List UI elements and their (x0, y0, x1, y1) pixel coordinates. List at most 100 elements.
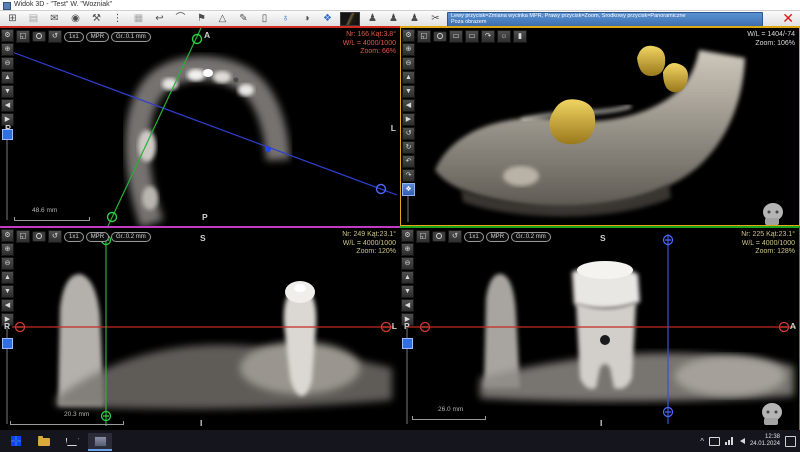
pan-down-icon[interactable]: ▼ (402, 85, 415, 98)
zoom-out-icon[interactable]: ⊖ (401, 257, 414, 270)
folder-icon (38, 438, 50, 446)
zoom-out-icon[interactable]: ⊖ (1, 257, 14, 270)
pan-down-icon[interactable]: ▼ (1, 85, 14, 98)
taskbar-explorer[interactable] (32, 433, 56, 449)
tray-chevron-icon[interactable]: ^ (700, 437, 704, 446)
expand-icon[interactable]: ◱ (16, 30, 30, 43)
curve-icon[interactable]: ↷ (481, 30, 495, 43)
reset-icon[interactable]: ↺ (48, 30, 62, 43)
layout-1x1-button[interactable]: 1x1 (64, 232, 84, 242)
pan-up-icon[interactable]: ▲ (401, 271, 414, 284)
comment-icon[interactable]: ✉ (46, 12, 63, 26)
layout-icon[interactable]: ⊞ (4, 12, 21, 26)
mpr-button[interactable]: MPR (86, 32, 109, 42)
panorama-icon[interactable]: ⌒ (172, 12, 189, 26)
cross-a-slider-handle[interactable] (2, 338, 13, 349)
cube-3d-icon[interactable]: ❖ (319, 12, 336, 26)
pan-left-icon[interactable]: ◀ (1, 99, 14, 112)
layout-1x1-button[interactable]: 1x1 (464, 232, 484, 242)
camera-icon[interactable] (32, 231, 46, 242)
taskbar-imaging-app[interactable] (88, 433, 112, 451)
scissors-icon[interactable]: ✂ (427, 12, 444, 26)
pan-up-icon[interactable]: ▲ (1, 71, 14, 84)
taskbar-clock[interactable]: 12:38 24.01.2024 (750, 434, 780, 448)
network-icon[interactable] (725, 437, 735, 445)
axial-slider-handle[interactable] (2, 129, 13, 140)
thermometer-icon[interactable]: ▮ (513, 30, 527, 43)
layout-1x1-button[interactable]: 1x1 (64, 32, 84, 42)
roll-ccw-icon[interactable]: ↶ (402, 155, 415, 168)
wrench-icon[interactable]: ⚙ (401, 229, 414, 242)
thickness-button[interactable]: Gr.:0.2 mm (511, 232, 551, 242)
display-icon[interactable]: ▭ (449, 30, 463, 43)
contrast-icon[interactable]: ◑ (298, 12, 315, 26)
person-search-icon[interactable]: ♟ (406, 12, 423, 26)
axial-scene[interactable] (0, 28, 398, 226)
cross-a-scene[interactable] (0, 228, 400, 430)
volume-3d-scene[interactable] (401, 28, 799, 225)
undo-icon[interactable]: ↩ (151, 12, 168, 26)
zoom-in-icon[interactable]: ⊕ (401, 243, 414, 256)
wrench-icon[interactable]: ⚙ (1, 229, 14, 242)
tmj-ruler-icon[interactable]: △ (214, 12, 231, 26)
reset-icon[interactable]: ↺ (448, 230, 462, 243)
pan-down-icon[interactable]: ▼ (401, 285, 414, 298)
view-3d-icon[interactable]: ❖ (402, 183, 415, 196)
taskbar-store[interactable] (60, 433, 84, 449)
app-icon (3, 2, 11, 10)
expand-icon[interactable]: ◱ (417, 30, 431, 43)
person-hat-icon[interactable]: ♟ (385, 12, 402, 26)
pan-left-icon[interactable]: ◀ (1, 299, 14, 312)
tools-icon[interactable]: ⚒ (88, 12, 105, 26)
zoom-in-icon[interactable]: ⊕ (1, 43, 14, 56)
annotation-pen-icon[interactable]: ✎ (235, 12, 252, 26)
save-icon[interactable]: ▤ (25, 12, 42, 26)
thickness-button[interactable]: Gr.:0.2 mm (111, 232, 151, 242)
pan-up-icon[interactable]: ▲ (1, 271, 14, 284)
reset-icon[interactable]: ↺ (48, 230, 62, 243)
zoom-out-icon[interactable]: ⊖ (402, 57, 415, 70)
pan-up-icon[interactable]: ▲ (402, 71, 415, 84)
expand-icon[interactable]: ◱ (416, 230, 430, 243)
cross-b-scene[interactable] (400, 228, 798, 430)
zoom-out-icon[interactable]: ⊖ (1, 57, 14, 70)
pan-left-icon[interactable]: ◀ (401, 299, 414, 312)
orientation-head-icon[interactable] (762, 403, 782, 425)
expand-icon[interactable]: ◱ (16, 230, 30, 243)
mpr-button[interactable]: MPR (486, 232, 509, 242)
pan-down-icon[interactable]: ▼ (1, 285, 14, 298)
light-icon[interactable]: ☼ (497, 30, 511, 43)
cross-b-slider-handle[interactable] (402, 338, 413, 349)
display-tray-icon[interactable] (709, 437, 720, 446)
zoom-in-icon[interactable]: ⊕ (1, 243, 14, 256)
roll-cw-icon[interactable]: ↷ (402, 169, 415, 182)
axis-3d-icon[interactable]: ♁ (277, 12, 294, 26)
implant-screw-icon[interactable]: ⋮ (109, 12, 126, 26)
speaker-icon[interactable] (740, 438, 745, 444)
display-2-icon[interactable]: ▭ (465, 30, 479, 43)
notification-center-icon[interactable] (785, 436, 796, 447)
wrench-icon[interactable]: ⚙ (1, 29, 14, 42)
eraser-icon[interactable]: ▯ (256, 12, 273, 26)
image-thumbnail-icon[interactable] (340, 12, 360, 26)
callout-icon[interactable]: ⚑ (193, 12, 210, 26)
person-settings-icon[interactable]: ♟ (364, 12, 381, 26)
thickness-button[interactable]: Gr.:0.1 mm (111, 32, 151, 42)
camera-icon[interactable] (432, 231, 446, 242)
rotate-cw-icon[interactable]: ↻ (402, 141, 415, 154)
zoom-in-icon[interactable]: ⊕ (402, 43, 415, 56)
pan-left-icon[interactable]: ◀ (402, 99, 415, 112)
rotate-ccw-icon[interactable]: ↺ (402, 127, 415, 140)
orientation-head-icon[interactable] (763, 203, 783, 225)
cross-a-overlay: Nr: 249 Kąt:23.1° W/L = 4000/1000 Zoom: … (342, 231, 396, 257)
wrench-icon[interactable]: ⚙ (402, 29, 415, 42)
camera-icon[interactable] (433, 31, 447, 42)
start-button[interactable] (4, 433, 28, 449)
pan-right-icon[interactable]: ▶ (402, 113, 415, 126)
contrast-donut-icon[interactable]: ◉ (67, 12, 84, 26)
panel-icon[interactable]: ▦ (130, 12, 147, 26)
camera-icon[interactable] (32, 31, 46, 42)
mpr-button[interactable]: MPR (86, 232, 109, 242)
title-bar: Widok 3D - "Test" W. "Wozniak" (0, 0, 800, 11)
close-icon[interactable]: ✕ (782, 10, 794, 26)
